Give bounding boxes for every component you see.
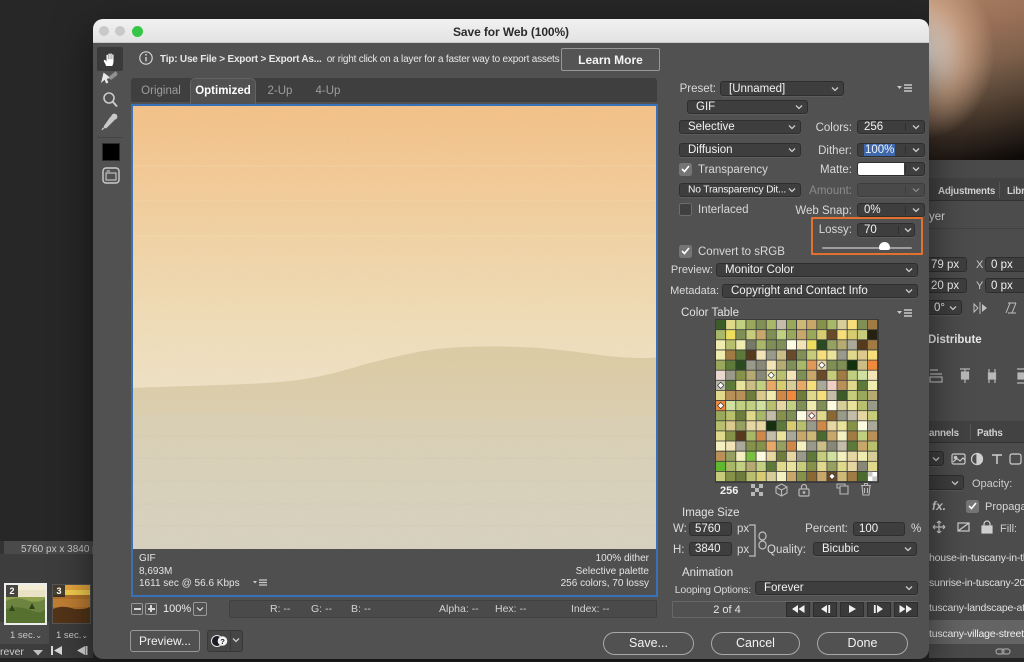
- svg-text:?: ?: [220, 637, 225, 646]
